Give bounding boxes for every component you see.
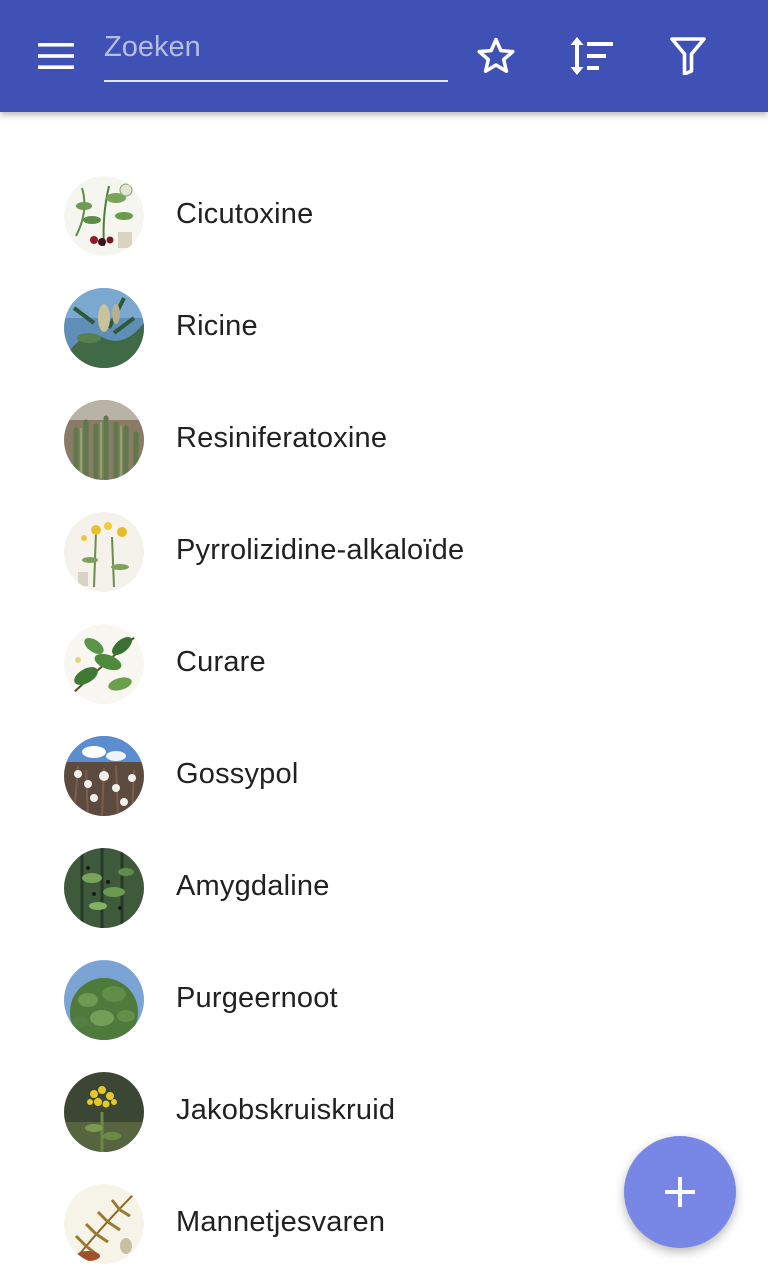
top-app-bar: [0, 0, 768, 112]
sort-button[interactable]: [555, 20, 627, 92]
list-item-thumbnail: [64, 736, 144, 816]
sort-icon: [570, 37, 613, 75]
list-item-thumbnail: [64, 624, 144, 704]
list-item-thumbnail: [64, 1072, 144, 1152]
list-item[interactable]: Gossypol: [0, 720, 768, 832]
list-item[interactable]: Resiniferatoxine: [0, 384, 768, 496]
list-item-label: Resiniferatoxine: [176, 422, 388, 454]
list-item[interactable]: Pyrrolizidine-alkaloïde: [0, 496, 768, 608]
list-item[interactable]: Purgeernoot: [0, 944, 768, 1056]
list-item-thumbnail: [64, 400, 144, 480]
search-input[interactable]: [104, 24, 448, 70]
favorites-button[interactable]: [460, 20, 532, 92]
toxin-list: Cicutoxine Ricine Resiniferatoxine Pyrro…: [0, 160, 768, 1280]
list-item-thumbnail: [64, 512, 144, 592]
list-item-thumbnail: [64, 848, 144, 928]
app-screen: Cicutoxine Ricine: [0, 0, 768, 1280]
list-item-label: Gossypol: [176, 758, 299, 790]
filter-button[interactable]: [652, 20, 724, 92]
list-item-thumbnail: [64, 960, 144, 1040]
list-item-label: Cicutoxine: [176, 198, 314, 230]
list-item-label: Amygdaline: [176, 870, 330, 902]
list-item[interactable]: Ricine: [0, 272, 768, 384]
search-field: [104, 24, 448, 82]
list-item-thumbnail: [64, 288, 144, 368]
menu-button[interactable]: [20, 20, 92, 92]
list-item[interactable]: Curare: [0, 608, 768, 720]
list-item-label: Curare: [176, 646, 266, 678]
list-item-label: Ricine: [176, 310, 258, 342]
list-item-thumbnail: [64, 176, 144, 256]
filter-icon: [670, 37, 706, 75]
list-item-label: Purgeernoot: [176, 982, 338, 1014]
list-item-label: Pyrrolizidine-alkaloïde: [176, 534, 465, 566]
hamburger-menu-icon: [38, 43, 74, 69]
add-fab-button[interactable]: [624, 1136, 736, 1248]
list-item-label: Mannetjesvaren: [176, 1206, 386, 1238]
list-item-thumbnail: [64, 1184, 144, 1264]
star-outline-icon: [477, 37, 515, 73]
list-item[interactable]: Amygdaline: [0, 832, 768, 944]
list-item[interactable]: Cicutoxine: [0, 160, 768, 272]
list-item-label: Jakobskruiskruid: [176, 1094, 396, 1126]
plus-icon: [665, 1177, 695, 1207]
